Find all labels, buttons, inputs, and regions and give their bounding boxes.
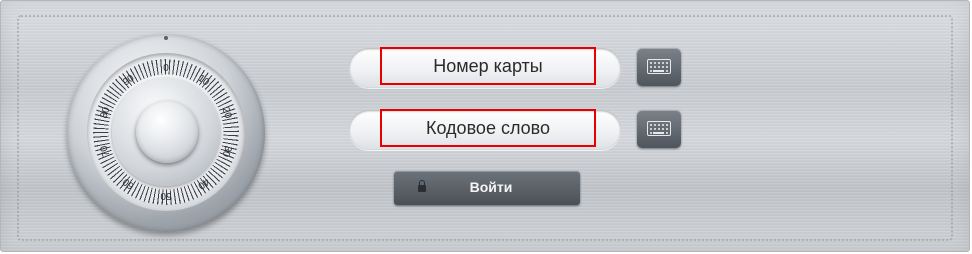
dial-number: 0 [163,63,169,74]
card-number-label[interactable]: Номер карты [380,47,596,85]
card-number-keyboard-button[interactable] [637,48,681,86]
code-word-keyboard-button[interactable] [637,110,681,148]
keyboard-icon [647,59,671,74]
login-button[interactable]: Войти [394,171,580,205]
dial-knob [136,101,198,163]
login-button-label: Войти [469,179,513,195]
code-word-label[interactable]: Кодовое слово [380,109,596,147]
keyboard-icon [647,121,671,136]
dial-indicator [164,36,168,40]
dial-number: 50 [160,190,172,201]
